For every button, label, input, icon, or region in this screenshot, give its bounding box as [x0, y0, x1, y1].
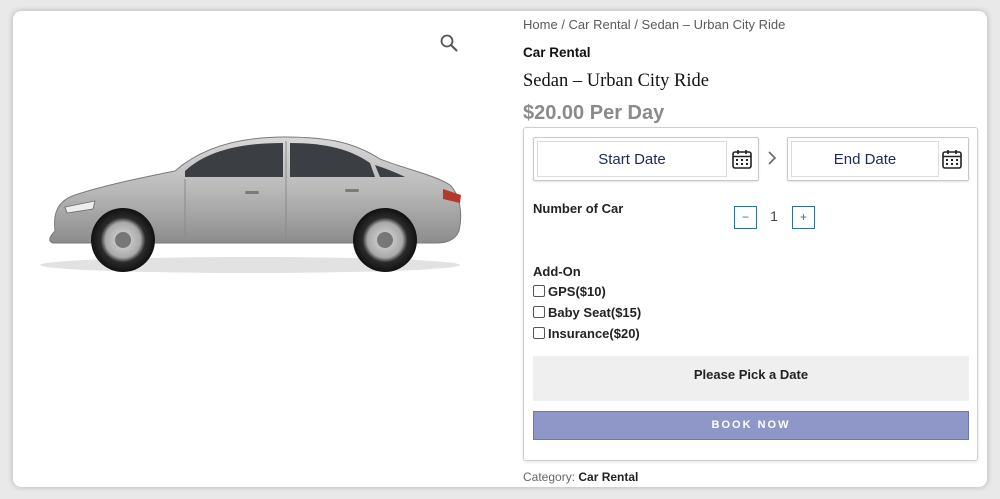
addon-checkbox[interactable] — [533, 327, 545, 339]
addon-checkbox[interactable] — [533, 285, 545, 297]
quantity-decrease-button[interactable]: − — [734, 206, 757, 229]
book-now-button[interactable]: BOOK NOW — [533, 411, 969, 440]
breadcrumb-car-rental[interactable]: Car Rental — [569, 17, 631, 32]
product-price: $20.00 Per Day — [523, 102, 665, 124]
addon-gps[interactable]: GPS($10) — [533, 284, 606, 302]
end-date-field: End Date — [787, 137, 969, 181]
addon-label: Add-On — [533, 264, 581, 279]
product-gallery — [13, 11, 493, 311]
product-meta-category: Category: Car Rental — [523, 470, 638, 484]
start-date-field: Start Date — [533, 137, 759, 181]
chevron-right-icon — [768, 151, 777, 165]
breadcrumb-current: Sedan – Urban City Ride — [641, 17, 786, 32]
product-title: Sedan – Urban City Ride — [523, 71, 710, 91]
calendar-icon[interactable] — [941, 148, 963, 170]
quantity-increase-button[interactable]: + — [792, 206, 815, 229]
product-summary: Home / Car Rental / Sedan – Urban City R… — [523, 11, 979, 487]
breadcrumb: Home / Car Rental / Sedan – Urban City R… — [523, 17, 785, 32]
car-image — [40, 136, 462, 273]
addon-label-text: Baby Seat($15) — [548, 305, 642, 320]
addon-insurance[interactable]: Insurance($20) — [533, 326, 640, 344]
calendar-icon[interactable] — [731, 148, 753, 170]
start-date-input[interactable]: Start Date — [537, 141, 727, 177]
product-card: Home / Car Rental / Sedan – Urban City R… — [13, 11, 987, 487]
addon-label-text: Insurance($20) — [548, 326, 640, 341]
addon-baby-seat[interactable]: Baby Seat($15) — [533, 305, 641, 323]
category-prefix: Category: — [523, 470, 576, 484]
zoom-icon[interactable] — [439, 33, 459, 53]
breadcrumb-home[interactable]: Home — [523, 17, 558, 32]
number-of-car-label: Number of Car — [533, 201, 624, 216]
pick-date-message: Please Pick a Date — [533, 356, 969, 401]
category-link[interactable]: Car Rental — [578, 470, 638, 484]
addon-checkbox[interactable] — [533, 306, 545, 318]
addon-label-text: GPS($10) — [548, 284, 606, 299]
booking-form: Start Date End Date Number of Car − 1 + … — [523, 127, 978, 461]
end-date-input[interactable]: End Date — [791, 141, 939, 177]
product-category: Car Rental — [523, 45, 591, 60]
quantity-value[interactable]: 1 — [764, 208, 784, 224]
breadcrumb-separator: / — [634, 17, 642, 32]
breadcrumb-separator: / — [561, 17, 569, 32]
